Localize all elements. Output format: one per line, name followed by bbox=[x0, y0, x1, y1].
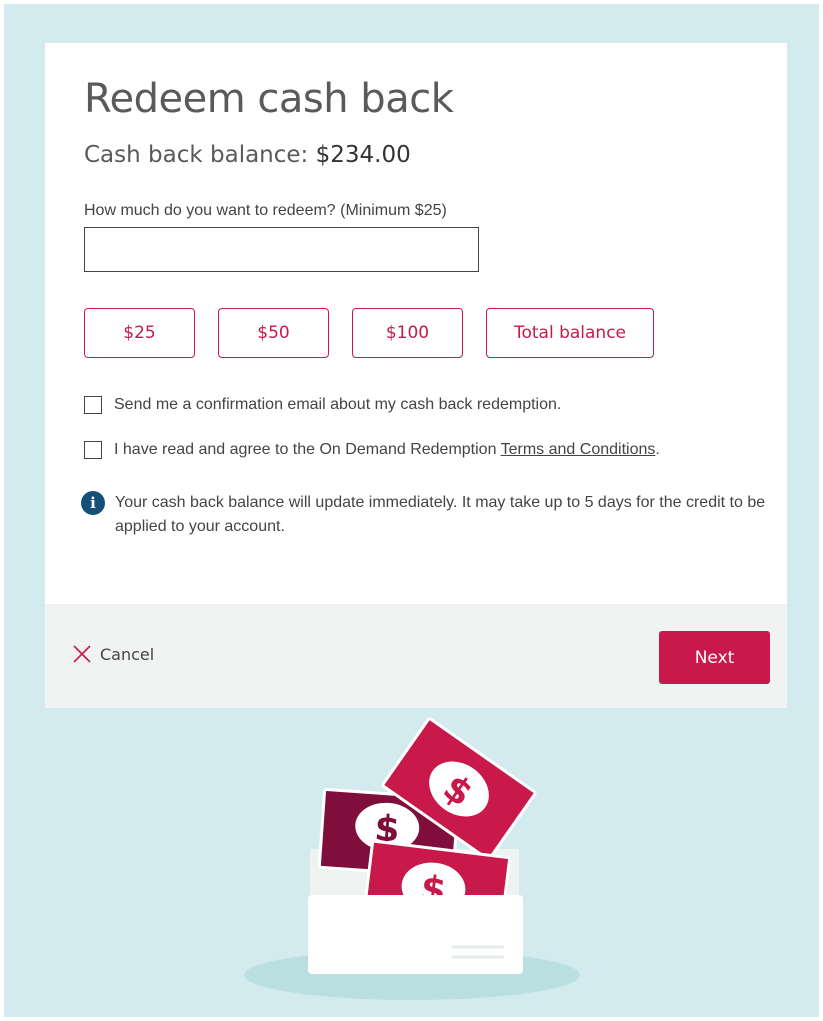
envelope-front bbox=[308, 895, 523, 974]
page-background: Redeem cash back Cash back balance: $234… bbox=[4, 4, 819, 1017]
cash-envelope-illustration: $ $ $ bbox=[244, 717, 580, 1000]
